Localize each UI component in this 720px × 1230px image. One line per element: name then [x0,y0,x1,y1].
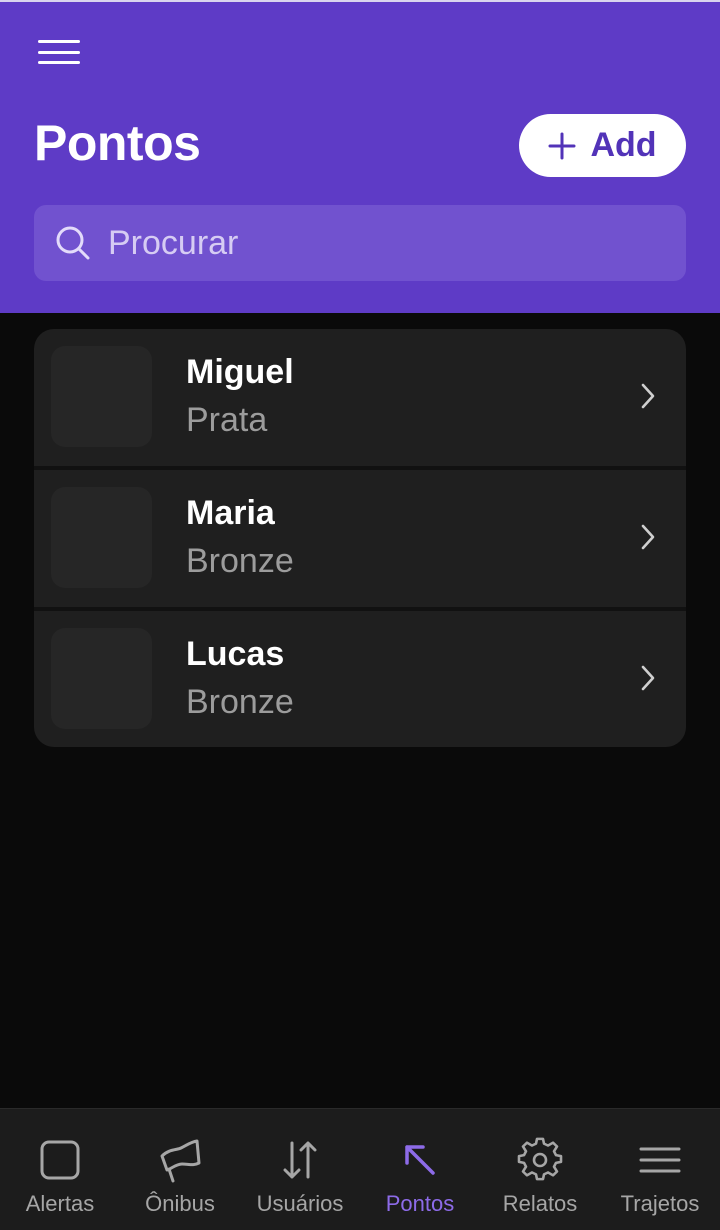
list-item[interactable]: Maria Bronze [34,470,686,611]
tab-label: Usuários [256,1191,344,1216]
tab-label: Relatos [502,1191,578,1216]
tab-label: Pontos [385,1191,455,1216]
hamburger-icon-line [38,40,80,43]
list-item-name: Miguel [186,353,294,391]
tab-onibus[interactable]: Ônibus [120,1109,240,1230]
list-item-tier: Prata [186,401,268,439]
hamburger-menu-button[interactable] [38,36,80,68]
sort-arrows-icon [283,1141,317,1179]
list-item-tier: Bronze [186,542,294,580]
tab-relatos[interactable]: Relatos [480,1109,600,1230]
flag-icon [160,1139,201,1183]
tab-trajetos[interactable]: Trajetos [600,1109,720,1230]
chevron-right-icon [641,524,655,550]
search-bar[interactable] [34,205,686,281]
search-input[interactable] [108,205,686,281]
header: Pontos Add [0,0,720,313]
tab-label: Alertas [25,1191,95,1216]
list-item-name: Maria [186,494,275,532]
page-title: Pontos [34,115,201,171]
avatar [51,628,152,729]
gear-icon [517,1137,563,1181]
avatar [51,487,152,588]
points-list: Miguel Prata Maria Bronze Lucas Bronze [34,329,686,747]
chevron-right-icon [641,665,655,691]
list-item[interactable]: Lucas Bronze [34,611,686,747]
add-button[interactable]: Add [519,114,686,177]
app-screen: Pontos Add Miguel Prata Maria [0,0,720,1230]
list-item-name: Lucas [186,635,285,673]
arrow-up-left-icon [405,1145,435,1175]
chevron-right-icon [641,383,655,409]
search-icon [56,226,90,260]
square-icon [40,1140,80,1180]
bottom-navigation: Alertas Ônibus Usuários Pontos Relatos T… [0,1108,720,1230]
avatar [51,346,152,447]
menu-lines-icon [639,1147,681,1173]
list-item-tier: Bronze [186,683,294,721]
plus-icon [548,132,576,159]
tab-pontos[interactable]: Pontos [360,1109,480,1230]
tab-usuarios[interactable]: Usuários [240,1109,360,1230]
list-item[interactable]: Miguel Prata [34,329,686,470]
tab-label: Trajetos [620,1191,700,1216]
hamburger-icon-line [38,50,80,54]
hamburger-icon-line [38,61,80,64]
add-button-label: Add [590,126,657,164]
tab-alertas[interactable]: Alertas [0,1109,120,1230]
tab-label: Ônibus [145,1191,215,1216]
